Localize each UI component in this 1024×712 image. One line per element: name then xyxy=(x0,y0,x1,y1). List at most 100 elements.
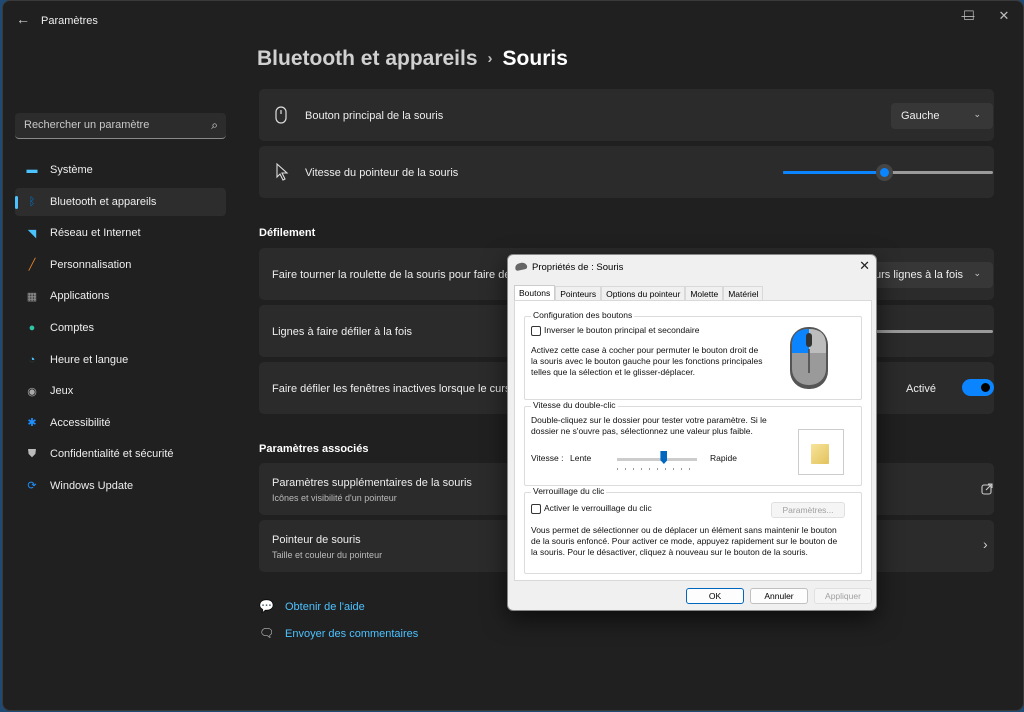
sidebar-item-reseau-et-internet[interactable]: ◥ Réseau et Internet xyxy=(15,219,226,247)
sidebar-item-bluetooth-et-appareils[interactable]: ᛒ Bluetooth et appareils xyxy=(15,187,226,216)
get-help-link[interactable]: Obtenir de l'aide xyxy=(285,601,365,613)
apply-button[interactable]: Appliquer xyxy=(814,588,872,604)
tab-materiel[interactable]: Matériel xyxy=(723,286,764,300)
accessibility-icon: ✱ xyxy=(27,417,37,430)
wifi-icon: ◥ xyxy=(27,227,37,240)
scroll-lines-slider[interactable] xyxy=(859,330,993,333)
dialog-close-button[interactable]: ✕ xyxy=(859,258,870,274)
sidebar-item-label: Bluetooth et appareils xyxy=(50,195,157,208)
dialog-title: Propriétés de : Souris xyxy=(532,262,624,273)
tab-options-pointeur[interactable]: Options du pointeur xyxy=(601,286,686,300)
test-folder[interactable] xyxy=(798,429,844,475)
pointer-speed-card: Vitesse du pointeur de la souris xyxy=(259,146,994,198)
primary-button-dropdown[interactable]: Gauche ⌄ xyxy=(891,103,993,129)
sidebar-item-label: Système xyxy=(50,164,93,176)
external-link-icon xyxy=(981,483,993,495)
sidebar-item-windows-update[interactable]: ⟳ Windows Update xyxy=(15,472,226,500)
search-icon: ⌕ xyxy=(211,118,218,132)
sidebar-item-label: Windows Update xyxy=(50,479,134,492)
primary-button-card: Bouton principal de la souris Gauche ⌄ xyxy=(259,89,994,141)
tab-pointeurs[interactable]: Pointeurs xyxy=(555,286,602,300)
tab-boutons[interactable]: Boutons xyxy=(514,285,556,301)
click-lock-settings-button[interactable]: Paramètres... xyxy=(771,502,845,518)
related-item-title: Pointeur de souris xyxy=(272,534,361,546)
title-bar: ← Paramètres — ☐ ✕ xyxy=(3,1,1023,41)
sidebar-item-systeme[interactable]: ▬ Système xyxy=(15,156,226,184)
sidebar-item-confidentialite-et-securite[interactable]: ⛊ Confidentialité et sécurité xyxy=(15,440,226,468)
pointer-speed-label: Vitesse du pointeur de la souris xyxy=(305,167,459,179)
wheel-scroll-value: urs lignes à la fois xyxy=(875,269,964,281)
sidebar-item-label: Jeux xyxy=(50,385,74,398)
maximize-icon: ☐ xyxy=(963,8,975,23)
swap-buttons-label[interactable]: Inverser le bouton principal et secondai… xyxy=(544,325,699,336)
gamepad-icon: ◉ xyxy=(27,385,37,398)
scroll-lines-label: Lignes à faire défiler à la fois xyxy=(272,326,413,338)
description-line: de la souris enfoncé. Pour activer ce mo… xyxy=(531,536,838,546)
inactive-scroll-toggle[interactable] xyxy=(962,379,994,396)
search-input[interactable]: Rechercher un paramètre ⌕ xyxy=(15,113,226,139)
section-related: Paramètres associés xyxy=(259,443,369,455)
bluetooth-icon: ᛒ xyxy=(28,195,36,208)
apps-icon: ▦ xyxy=(26,290,38,303)
breadcrumb: Bluetooth et appareils › Souris xyxy=(257,47,568,71)
close-button[interactable]: ✕ xyxy=(986,5,1022,27)
close-icon: ✕ xyxy=(998,8,1010,23)
related-item-title: Paramètres supplémentaires de la souris xyxy=(272,477,472,489)
mouse-properties-dialog: Propriétés de : Souris ✕ Boutons Pointeu… xyxy=(507,254,877,611)
click-lock-group: Verrouillage du clic Activer le verrouil… xyxy=(524,486,862,574)
sidebar-item-heure-et-langue[interactable]: ◔ Heure et langue xyxy=(15,346,226,374)
description-line: Activez cette case à cocher pour permute… xyxy=(531,345,759,355)
pointer-speed-slider[interactable] xyxy=(783,164,993,181)
group-title: Configuration des boutons xyxy=(531,310,635,320)
related-item-subtitle: Icônes et visibilité d'un pointeur xyxy=(272,493,397,503)
mouse-illustration-icon xyxy=(770,319,848,397)
description-line: dossier ne s'ouvre pas, sélectionnez une… xyxy=(531,426,753,436)
pointer-icon xyxy=(276,163,289,181)
double-click-speed-slider[interactable] xyxy=(617,451,697,470)
back-button[interactable]: ← xyxy=(13,9,33,29)
button-config-group: Configuration des boutons Inverser le bo… xyxy=(524,310,862,400)
slow-label: Lente xyxy=(570,453,592,463)
swap-buttons-checkbox[interactable] xyxy=(531,326,541,336)
sidebar-item-applications[interactable]: ▦ Applications xyxy=(15,282,226,310)
brush-icon: ╱ xyxy=(28,259,36,272)
monitor-icon: ▬ xyxy=(26,164,38,176)
click-lock-label[interactable]: Activer le verrouillage du clic xyxy=(544,503,652,514)
sidebar-item-label: Accessibilité xyxy=(50,416,111,429)
cancel-button[interactable]: Annuler xyxy=(750,588,808,604)
slider-thumb[interactable] xyxy=(875,164,893,181)
page-title: Souris xyxy=(502,47,568,70)
wheel-scroll-dropdown[interactable]: urs lignes à la fois ⌄ xyxy=(869,262,993,288)
description-line: la souris. Pour le désactiver, cliquez à… xyxy=(531,547,808,557)
description-line: la souris avec le bouton gauche pour les… xyxy=(531,356,763,366)
sidebar-item-label: Applications xyxy=(50,290,110,303)
breadcrumb-separator: › xyxy=(487,50,493,67)
sidebar-item-accessibilite[interactable]: ✱ Accessibilité xyxy=(15,409,226,437)
arrow-left-icon: ← xyxy=(16,11,30,27)
breadcrumb-parent[interactable]: Bluetooth et appareils xyxy=(257,47,478,70)
ok-button[interactable]: OK xyxy=(686,588,744,604)
inactive-scroll-label: Faire défiler les fenêtres inactives lor… xyxy=(272,383,517,395)
sidebar-nav: ▬ Système ᛒ Bluetooth et appareils ◥ Réseau e… xyxy=(15,156,226,504)
update-icon: ⟳ xyxy=(27,480,37,493)
feedback-icon: 🗨 xyxy=(259,626,275,640)
help-icon: 💬 xyxy=(259,599,274,613)
sidebar-item-label: Réseau et Internet xyxy=(50,227,141,240)
primary-button-value: Gauche xyxy=(901,110,940,122)
send-feedback-link[interactable]: Envoyer des commentaires xyxy=(285,628,418,640)
sidebar-item-label: Heure et langue xyxy=(50,353,129,366)
tab-molette[interactable]: Molette xyxy=(685,286,724,300)
sidebar-item-jeux[interactable]: ◉ Jeux xyxy=(15,377,226,405)
close-icon: ✕ xyxy=(859,258,870,273)
sidebar-item-personnalisation[interactable]: ╱ Personnalisation xyxy=(15,251,226,279)
sidebar-item-comptes[interactable]: ● Comptes xyxy=(15,314,226,342)
app-title: Paramètres xyxy=(41,15,98,27)
sidebar-item-label: Confidentialité et sécurité xyxy=(50,448,174,461)
click-lock-checkbox[interactable] xyxy=(531,504,541,514)
dialog-tabs: Boutons Pointeurs Options du pointeur Mo… xyxy=(514,285,764,301)
sidebar-item-label: Personnalisation xyxy=(50,258,132,271)
wheel-scroll-label: Faire tourner la roulette de la souris p… xyxy=(272,269,511,281)
speed-label: Vitesse : xyxy=(531,453,564,463)
slider-thumb[interactable] xyxy=(660,451,668,464)
maximize-button[interactable]: ☐ xyxy=(951,5,987,27)
